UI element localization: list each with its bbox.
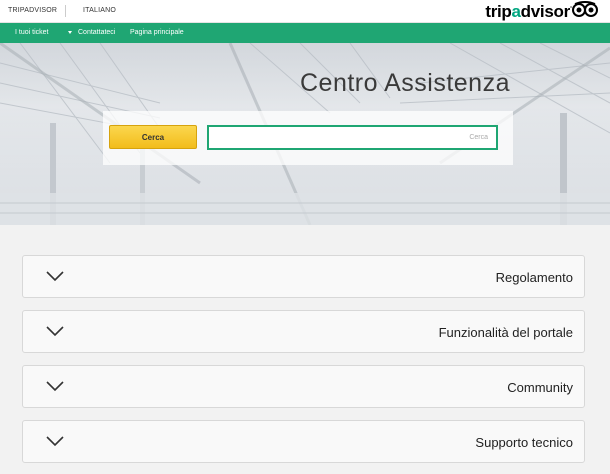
page-title: Centro Assistenza [300, 69, 510, 97]
chevron-down-icon [46, 271, 64, 282]
top-separator [65, 5, 66, 17]
section-supporto-tecnico[interactable]: Supporto tecnico [22, 420, 585, 463]
nav-home[interactable]: Pagina principale [130, 29, 184, 36]
section-label: Community [507, 380, 573, 395]
nav-bar: I tuoi ticket Contattateci Pagina princi… [0, 23, 610, 43]
tripadvisor-link[interactable]: TRIPADVISOR [8, 7, 57, 14]
logo-text: tripadvisor° [485, 1, 572, 21]
chevron-down-icon [46, 436, 64, 447]
owl-logo-icon [572, 1, 598, 22]
search-panel: Cerca [103, 111, 513, 165]
tripadvisor-logo[interactable]: tripadvisor° [483, 1, 598, 22]
section-label: Regolamento [495, 270, 573, 285]
section-label: Funzionalità del portale [438, 325, 573, 340]
nav-contact[interactable]: Contattateci [78, 29, 115, 36]
chevron-down-icon [46, 381, 64, 392]
language-selector[interactable]: ITALIANO [83, 7, 116, 14]
chevron-down-icon [46, 326, 64, 337]
nav-tickets[interactable]: I tuoi ticket [15, 29, 48, 36]
top-bar: TRIPADVISOR ITALIANO tripadvisor° [0, 0, 610, 23]
hero-banner: Centro Assistenza Cerca [0, 43, 610, 225]
section-funzionalita[interactable]: Funzionalità del portale [22, 310, 585, 353]
search-input[interactable] [207, 125, 498, 150]
section-regolamento[interactable]: Regolamento [22, 255, 585, 298]
caret-down-icon[interactable] [68, 31, 72, 34]
section-community[interactable]: Community [22, 365, 585, 408]
section-label: Supporto tecnico [475, 435, 573, 450]
search-button[interactable]: Cerca [109, 125, 197, 149]
